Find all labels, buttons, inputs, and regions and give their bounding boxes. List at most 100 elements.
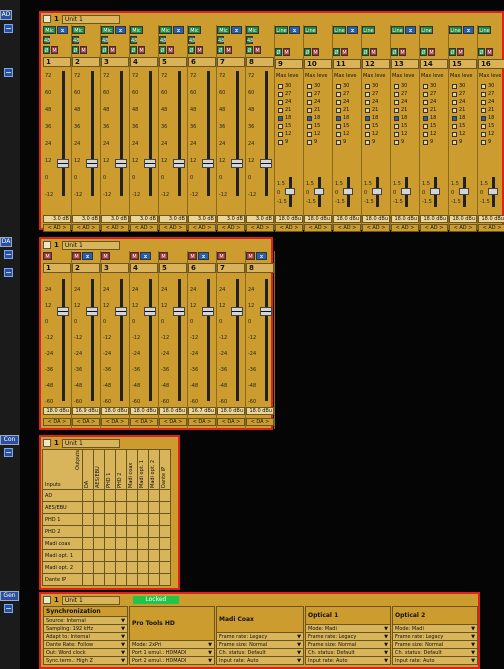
radio-button[interactable] (365, 131, 370, 137)
max-level-option[interactable]: 24 (278, 99, 291, 105)
radio-button[interactable] (278, 131, 283, 137)
radio-button[interactable] (481, 91, 486, 97)
radio-button[interactable] (278, 99, 283, 105)
mic-button[interactable]: Mic (72, 26, 85, 34)
route-cell[interactable] (137, 549, 149, 562)
route-cell[interactable] (159, 561, 171, 574)
sidebar-da-tab[interactable]: DA (0, 237, 12, 247)
stereo-link-icon[interactable]: ⧖ (115, 26, 126, 34)
radio-button[interactable] (278, 115, 283, 121)
max-level-option[interactable]: 27 (365, 91, 378, 97)
max-level-option[interactable]: 30 (481, 83, 494, 89)
radio-button[interactable] (481, 115, 486, 121)
max-level-option[interactable]: 9 (336, 139, 346, 145)
max-level-option[interactable]: 18 (365, 115, 378, 121)
max-level-option[interactable]: 18 (481, 115, 494, 121)
stereo-link-icon[interactable]: ⧖ (289, 26, 300, 34)
route-cell[interactable] (82, 561, 94, 574)
max-level-option[interactable]: 15 (423, 123, 436, 129)
phase-invert-button[interactable]: Ø (391, 48, 398, 56)
route-cell[interactable] (82, 537, 94, 550)
radio-button[interactable] (307, 91, 312, 97)
route-cell[interactable] (159, 489, 171, 502)
fader-knob[interactable] (86, 307, 98, 316)
mute-button[interactable]: M (196, 46, 203, 54)
mute-button[interactable]: M (138, 46, 145, 54)
phase-invert-button[interactable]: Ø (333, 48, 340, 56)
max-level-option[interactable]: 24 (307, 99, 320, 105)
radio-button[interactable] (365, 107, 370, 113)
route-cell[interactable] (137, 573, 149, 586)
route-cell[interactable] (104, 489, 116, 502)
setting-dropdown[interactable]: Ch. status: Default ▼ (392, 648, 478, 657)
max-level-option[interactable]: 24 (452, 99, 465, 105)
route-cell[interactable] (126, 501, 138, 514)
radio-button[interactable] (481, 139, 486, 145)
ad-io-button[interactable]: < AD > (362, 224, 390, 232)
radio-button[interactable] (394, 107, 399, 113)
radio-button[interactable] (365, 115, 370, 121)
route-cell[interactable] (93, 489, 105, 502)
mic-button[interactable]: Mic (159, 26, 172, 34)
route-cell[interactable] (126, 549, 138, 562)
ad-io-button[interactable]: < AD > (275, 224, 303, 232)
phantom-48v-button[interactable]: 48 (188, 36, 195, 44)
radio-button[interactable] (336, 107, 341, 113)
max-level-option[interactable]: 30 (452, 83, 465, 89)
radio-button[interactable] (452, 123, 457, 129)
max-level-option[interactable]: 12 (452, 131, 465, 137)
route-cell[interactable] (115, 525, 127, 538)
radio-button[interactable] (394, 131, 399, 137)
ad-io-button[interactable]: < AD > (304, 224, 332, 232)
phase-invert-button[interactable]: Ø (188, 46, 195, 54)
con-unit-checkbox[interactable] (43, 439, 51, 447)
da-io-button[interactable]: < DA > (130, 418, 158, 426)
radio-button[interactable] (452, 139, 457, 145)
fader-knob[interactable] (231, 307, 243, 316)
radio-button[interactable] (336, 99, 341, 105)
radio-button[interactable] (278, 83, 283, 89)
ad-io-button[interactable]: < AD > (333, 224, 361, 232)
mute-button[interactable]: M (109, 46, 116, 54)
radio-button[interactable] (307, 123, 312, 129)
phase-invert-button[interactable]: Ø (420, 48, 427, 56)
da-io-button[interactable]: < DA > (188, 418, 216, 426)
mute-button[interactable]: M (341, 48, 348, 56)
radio-button[interactable] (452, 107, 457, 113)
route-cell[interactable] (137, 513, 149, 526)
phase-invert-button[interactable]: Ø (362, 48, 369, 56)
radio-button[interactable] (365, 139, 370, 145)
radio-button[interactable] (336, 131, 341, 137)
mute-button[interactable]: M (188, 252, 197, 260)
setting-dropdown[interactable]: Frame rate: Legacy ▼ (305, 632, 391, 641)
max-level-option[interactable]: 21 (278, 107, 291, 113)
mute-button[interactable]: M (428, 48, 435, 56)
gen-unit-checkbox[interactable] (43, 596, 51, 604)
stereo-link-icon[interactable]: ⧖ (198, 252, 209, 260)
route-cell[interactable] (159, 501, 171, 514)
phase-invert-button[interactable]: Ø (217, 46, 224, 54)
setting-dropdown[interactable]: Mode: Madi ▼ (392, 624, 478, 633)
stereo-link-icon[interactable]: ⧖ (140, 252, 151, 260)
collapse-da-icon[interactable]: − (4, 250, 13, 259)
max-level-option[interactable]: 24 (394, 99, 407, 105)
collapse-con-icon[interactable]: − (4, 448, 13, 457)
route-cell[interactable] (148, 501, 160, 514)
ad-io-button[interactable]: < AD > (246, 224, 274, 232)
fader-knob[interactable] (57, 159, 69, 168)
line-button[interactable]: Line (449, 26, 462, 34)
max-level-option[interactable]: 18 (452, 115, 465, 121)
max-level-option[interactable]: 15 (394, 123, 407, 129)
max-level-option[interactable]: 27 (278, 91, 291, 97)
max-level-option[interactable]: 21 (423, 107, 436, 113)
ad-io-button[interactable]: < AD > (478, 224, 504, 232)
stereo-link-icon[interactable]: ⧖ (463, 26, 474, 34)
phase-invert-button[interactable]: Ø (72, 46, 79, 54)
max-level-option[interactable]: 21 (452, 107, 465, 113)
max-level-option[interactable]: 18 (423, 115, 436, 121)
phase-invert-button[interactable]: Ø (304, 48, 311, 56)
route-cell[interactable] (159, 537, 171, 550)
max-level-option[interactable]: 12 (423, 131, 436, 137)
radio-button[interactable] (278, 123, 283, 129)
mute-button[interactable]: M (246, 252, 255, 260)
